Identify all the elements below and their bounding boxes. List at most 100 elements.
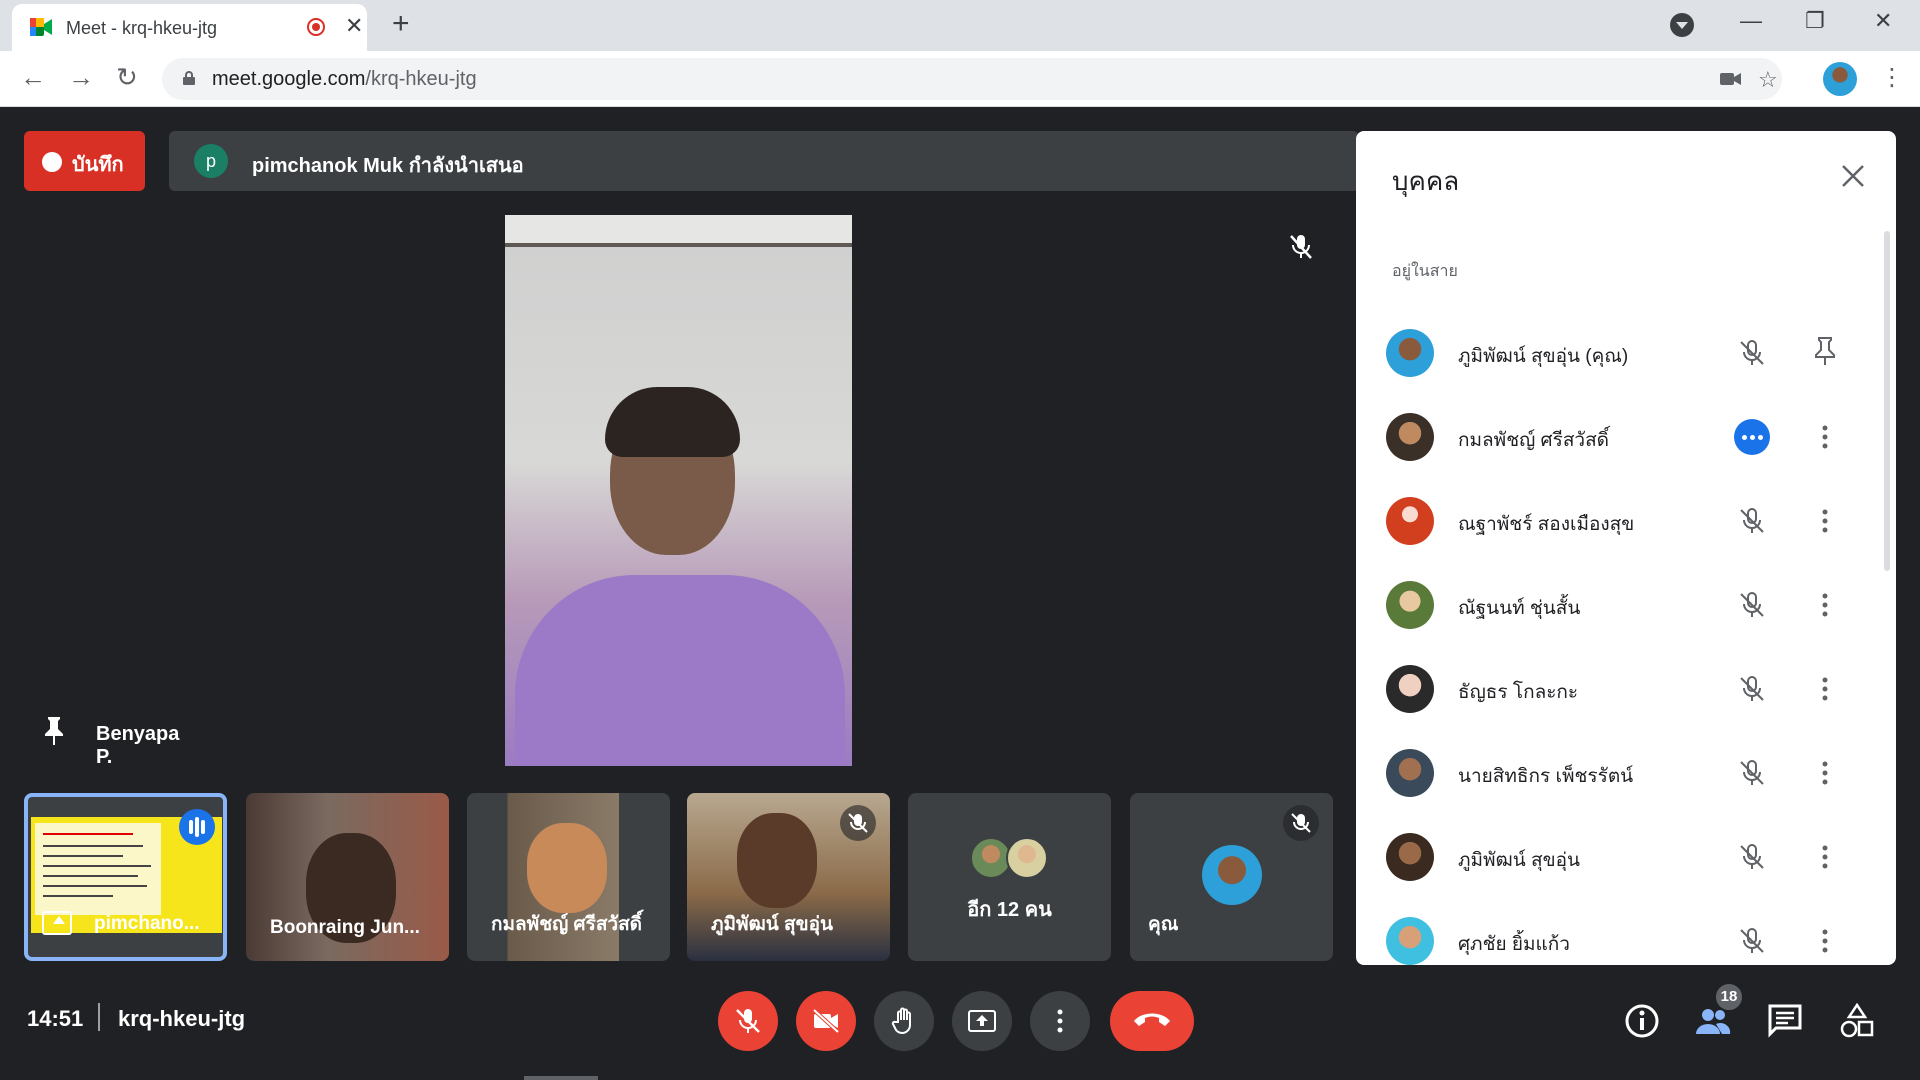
minimize-icon[interactable]: — <box>1740 8 1762 34</box>
present-screen-icon <box>42 911 72 935</box>
browser-toolbar: ← → ↻ meet.google.com/krq-hkeu-jtg ☆ ⋮ <box>0 51 1920 107</box>
tile-name: คุณ <box>1148 914 1179 935</box>
speaking-dots-icon <box>1734 419 1770 455</box>
leave-call-button[interactable] <box>1110 991 1194 1051</box>
browser-tab[interactable]: Meet - krq-hkeu-jtg ✕ <box>12 4 367 51</box>
avatar <box>1386 749 1434 797</box>
more-options-icon[interactable] <box>1811 759 1839 787</box>
chat-icon[interactable] <box>1766 1002 1804 1040</box>
close-icon[interactable] <box>1840 163 1866 189</box>
more-options-icon[interactable] <box>1811 591 1839 619</box>
more-options-icon[interactable] <box>1811 927 1839 955</box>
raise-hand-button[interactable] <box>874 991 934 1051</box>
video-person-body <box>515 575 845 766</box>
more-options-icon[interactable] <box>1811 675 1839 703</box>
reload-icon[interactable]: ↻ <box>116 63 138 91</box>
mic-off-icon <box>1740 340 1764 365</box>
avatar <box>1386 329 1434 377</box>
stage-handle <box>524 1076 598 1080</box>
main-video <box>505 215 852 766</box>
participant-row[interactable]: ณัฐนนท์ ชุ่นสั้น <box>1356 563 1896 647</box>
participant-name: ศุภชัย ยิ้มแก้ว <box>1458 934 1570 955</box>
forward-icon[interactable]: → <box>68 63 94 91</box>
record-dot-icon <box>42 152 62 172</box>
tab-close-icon[interactable]: ✕ <box>345 15 363 37</box>
participant-name: กมลพัชญ์ ศรีสวัสดิ์ <box>1458 430 1610 451</box>
back-icon[interactable]: ← <box>20 63 46 91</box>
participant-row[interactable]: ภูมิพัฒน์ สุขอุ่น (คุณ) <box>1356 311 1896 395</box>
tile-more-participants[interactable]: อีก 12 คน <box>908 793 1111 961</box>
avatar <box>1386 917 1434 965</box>
tab-search-icon[interactable] <box>1670 13 1694 37</box>
participant-row[interactable]: ศุภชัย ยิ้มแก้ว <box>1356 899 1896 965</box>
tile-self[interactable]: คุณ <box>1130 793 1333 961</box>
avatar <box>1386 413 1434 461</box>
more-options-icon[interactable] <box>1811 507 1839 535</box>
avatar <box>1386 833 1434 881</box>
mic-toggle-button[interactable] <box>718 991 778 1051</box>
pin-icon[interactable] <box>42 715 66 747</box>
mic-off-icon <box>1740 760 1764 785</box>
raise-hand-icon <box>891 1007 911 1035</box>
window-close-icon[interactable]: ✕ <box>1874 8 1892 34</box>
participant-name: ภูมิพัฒน์ สุขอุ่น (คุณ) <box>1458 346 1629 367</box>
participant-row[interactable]: ณฐาพัชร์ สองเมืองสุข <box>1356 479 1896 563</box>
url-text: meet.google.com/krq-hkeu-jtg <box>212 68 477 91</box>
tile-name: กมลพัชญ์ ศรีสวัสดิ์ <box>491 914 643 935</box>
activities-icon[interactable] <box>1838 1002 1876 1040</box>
tile-participant[interactable]: ภูมิพัฒน์ สุขอุ่น <box>687 793 890 961</box>
mic-off-icon <box>1740 928 1764 953</box>
participant-row[interactable]: ธัญธร โกละกะ <box>1356 647 1896 731</box>
participant-row[interactable]: นายสิทธิกร เพ็ชรรัตน์ <box>1356 731 1896 815</box>
participant-name: ณัฐนนท์ ชุ่นสั้น <box>1458 598 1581 619</box>
tile-name: ภูมิพัฒน์ สุขอุ่น <box>711 914 833 935</box>
more-avatars <box>970 837 1050 879</box>
participant-name: ณฐาพัชร์ สองเมืองสุข <box>1458 514 1635 535</box>
browser-menu-icon[interactable]: ⋮ <box>1880 63 1904 92</box>
meet-stage: บันทึก p pimchanok Muk กำลังนำเสนอ Benya… <box>0 107 1920 1080</box>
tile-participant[interactable]: Boonraing Jun... <box>246 793 449 961</box>
video-person-hair <box>605 387 740 457</box>
presenter-avatar: p <box>194 144 228 178</box>
tile-name: pimchano... <box>94 913 200 934</box>
speaking-indicator-icon <box>179 809 215 845</box>
meeting-code: krq-hkeu-jtg <box>118 1006 246 1031</box>
more-options-icon[interactable] <box>1811 423 1839 451</box>
bookmark-star-icon[interactable]: ☆ <box>1758 67 1778 93</box>
pin-icon[interactable] <box>1811 335 1839 367</box>
people-panel: บุคคล อยู่ในสาย ภูมิพัฒน์ สุขอุ่น (คุณ) … <box>1356 131 1896 965</box>
tile-participant[interactable]: กมลพัชญ์ ศรีสวัสดิ์ <box>467 793 670 961</box>
present-now-button[interactable] <box>952 991 1012 1051</box>
video-background <box>505 215 852 247</box>
recording-button[interactable]: บันทึก <box>24 131 145 191</box>
more-options-button[interactable] <box>1030 991 1090 1051</box>
tile-presentation[interactable]: pimchano... <box>24 793 227 961</box>
lock-icon <box>183 71 195 85</box>
new-tab-icon[interactable]: + <box>392 9 410 39</box>
profile-avatar[interactable] <box>1823 62 1857 96</box>
more-options-icon[interactable] <box>1811 843 1839 871</box>
camera-site-icon[interactable] <box>1720 70 1742 88</box>
participant-row[interactable]: กมลพัชญ์ ศรีสวัสดิ์ <box>1356 395 1896 479</box>
participant-row[interactable]: ภูมิพัฒน์ สุขอุ่น <box>1356 815 1896 899</box>
browser-tabstrip: Meet - krq-hkeu-jtg ✕ + — ❐ ✕ <box>0 0 1920 51</box>
present-screen-icon <box>968 1010 996 1032</box>
recording-indicator-icon <box>307 18 325 36</box>
camera-toggle-button[interactable] <box>796 991 856 1051</box>
self-avatar <box>1202 845 1262 905</box>
avatar <box>1386 665 1434 713</box>
participant-name: ภูมิพัฒน์ สุขอุ่น <box>1458 850 1580 871</box>
mic-off-icon <box>1290 235 1312 259</box>
address-bar[interactable]: meet.google.com/krq-hkeu-jtg ☆ <box>162 58 1782 100</box>
avatar <box>1006 837 1048 879</box>
info-icon[interactable] <box>1623 1002 1661 1040</box>
url-host: meet.google.com <box>212 68 366 90</box>
tab-title: Meet - krq-hkeu-jtg <box>66 18 218 38</box>
restore-icon[interactable]: ❐ <box>1805 8 1825 34</box>
clock: 14:51 <box>27 1006 84 1031</box>
presenting-banner: p pimchanok Muk กำลังนำเสนอ <box>169 131 1359 191</box>
presenting-text: pimchanok Muk กำลังนำเสนอ <box>252 155 524 177</box>
participant-name: นายสิทธิกร เพ็ชรรัตน์ <box>1458 766 1634 787</box>
mic-off-icon <box>1740 844 1764 869</box>
avatar <box>1386 497 1434 545</box>
